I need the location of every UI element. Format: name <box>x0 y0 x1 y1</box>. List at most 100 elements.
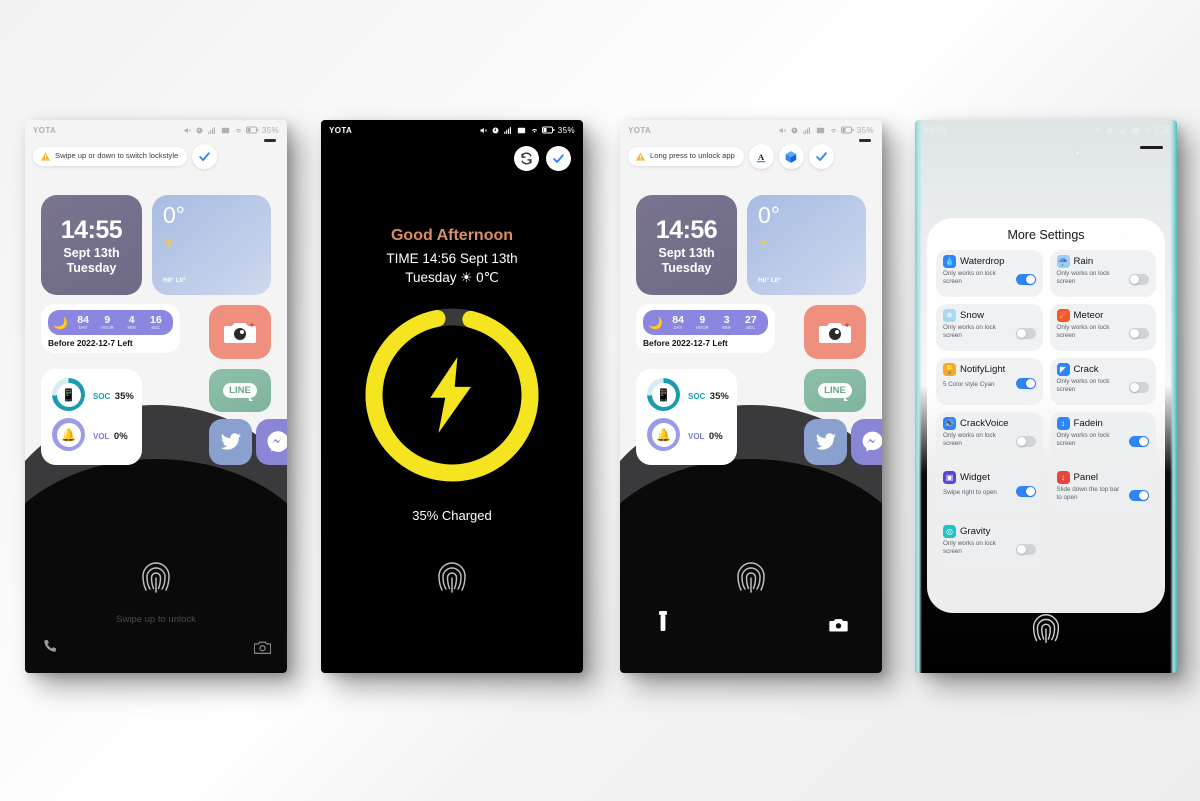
effect-header: 🔊 CrackVoice <box>943 417 1036 430</box>
mute-icon <box>1094 127 1102 133</box>
effect-name: CrackVoice <box>960 418 1009 429</box>
moon-timer-icon: 🌙 <box>53 315 68 330</box>
soc-row: 📱 SOC 35% <box>52 378 142 411</box>
effect-card-rain[interactable]: ☔ Rain Only works on lock screen <box>1049 250 1156 297</box>
effect-toggle[interactable] <box>1015 544 1036 556</box>
effect-name: Panel <box>1073 472 1099 483</box>
battery-icon <box>840 126 854 134</box>
effect-header: 💧 Waterdrop <box>943 255 1036 268</box>
app-tile-twitter[interactable] <box>209 419 252 465</box>
confirm-button[interactable] <box>546 146 571 171</box>
effect-description: Slide down the top bar to open <box>1056 486 1120 501</box>
effect-toggle[interactable] <box>1129 328 1149 340</box>
waterdrop-icon: 💧 <box>943 255 956 268</box>
effect-body: Only works on lock screen <box>943 540 1036 556</box>
effect-body: Only works on lock screen <box>1057 270 1149 286</box>
snow-icon: ❄ <box>943 309 956 322</box>
edge-glow-right <box>1170 120 1177 673</box>
effect-header: ↓ Panel <box>1056 471 1150 484</box>
fadein-icon: ↕ <box>1056 417 1070 430</box>
confirm-button[interactable] <box>192 144 218 169</box>
tip-text: Swipe up or down to switch lockstyle <box>55 151 179 161</box>
phone-icon[interactable] <box>41 638 58 655</box>
effect-toggle[interactable] <box>1129 490 1149 502</box>
weather-widget[interactable]: 0° ☀ H0° L0° <box>152 195 271 295</box>
clock-time: 14:55 <box>60 215 123 244</box>
effect-name: Gravity <box>960 526 991 537</box>
fingerprint-icon[interactable] <box>1026 609 1066 651</box>
effect-card-fadein[interactable]: ↕ Fadein Only works on lock screen <box>1049 412 1156 459</box>
effect-header: ↕ Fadein <box>1056 417 1150 430</box>
lockstyle-tip-pill[interactable]: Swipe up or down to switch lockstyle <box>33 147 188 166</box>
effect-body: Only works on lock screen <box>943 270 1036 286</box>
effect-card-crackvoice[interactable]: 🔊 CrackVoice Only works on lock screen <box>936 412 1043 459</box>
vibrate-icon <box>1131 127 1140 133</box>
effect-card-gravity[interactable]: ◎ Gravity Only works on lock screen <box>936 520 1043 567</box>
app-tile-messenger[interactable] <box>256 419 287 465</box>
status-widget[interactable]: 📱 SOC 35% 🔔 VOL 0% <box>41 369 142 465</box>
app-tile-messenger[interactable] <box>851 419 882 465</box>
mute-icon <box>184 127 191 133</box>
camera-icon[interactable] <box>254 640 271 655</box>
effect-card-crack[interactable]: ◤ Crack Only works on lock screen <box>1049 358 1156 405</box>
vibrate-icon <box>816 127 824 133</box>
effect-toggle[interactable] <box>1015 274 1036 286</box>
camera-icon[interactable] <box>829 617 848 633</box>
effect-toggle[interactable] <box>1015 436 1036 448</box>
refresh-button[interactable] <box>514 146 539 171</box>
weather-widget[interactable]: 0° ☀ H0° L0° <box>747 195 866 295</box>
panel-title: More Settings <box>1007 228 1085 242</box>
effect-card-waterdrop[interactable]: 💧 Waterdrop Only works on lock screen <box>936 250 1043 297</box>
effect-toggle[interactable] <box>1129 436 1149 448</box>
app-tile-twitter[interactable] <box>804 419 847 465</box>
wifi-icon <box>1145 128 1152 133</box>
battery-percent: 35% <box>856 125 874 135</box>
confirm-button[interactable] <box>808 144 834 169</box>
carrier-label: YOTA <box>329 125 353 135</box>
status-widget[interactable]: 📱 SOC 35% 🔔 VOL 0% <box>636 369 737 465</box>
countdown-widget[interactable]: 🌙 84 DAY 9 HOUR 3 MIN 27 SEC Before 2022-12-… <box>636 304 775 353</box>
countdown-unit: 84 DAY <box>77 313 89 331</box>
effect-description: Only works on lock screen <box>943 270 996 285</box>
effect-toggle[interactable] <box>1015 486 1036 497</box>
refresh-icon <box>521 152 532 165</box>
effect-description: Only works on lock screen <box>943 324 996 339</box>
app-tile-line[interactable]: LINE <box>209 369 271 412</box>
effect-name: NotifyLight <box>960 364 1006 375</box>
gravity-icon: ◎ <box>943 525 956 538</box>
effect-card-meteor[interactable]: ☄ Meteor Only works on lock screen <box>1049 304 1156 351</box>
effect-toggle[interactable] <box>1129 382 1149 394</box>
effect-card-snow[interactable]: ❄ Snow Only works on lock screen <box>936 304 1043 351</box>
fingerprint-icon[interactable] <box>730 557 772 601</box>
unlock-app-tip-pill[interactable]: Long press to unlock app <box>628 147 744 166</box>
countdown-widget[interactable]: 🌙 84 DAY 9 HOUR 4 MIN 16 SEC Before 2022-12-… <box>41 304 180 353</box>
status-bar: YOTA 35% <box>25 120 287 140</box>
effect-card-widget[interactable]: ▣ Widget Swipe right to open <box>936 466 1043 513</box>
app-tile-line[interactable]: LINE <box>804 369 866 412</box>
effect-toggle[interactable] <box>1015 378 1036 389</box>
weather-hilo: H0° L0° <box>758 277 781 284</box>
fingerprint-icon[interactable] <box>431 557 473 601</box>
effect-header: 💡 NotifyLight <box>943 363 1036 376</box>
clock-widget[interactable]: 14:55 Sept 13th Tuesday <box>41 195 142 295</box>
clock-time: 14:56 <box>655 215 718 244</box>
font-icon: A <box>757 151 766 162</box>
camera-tile[interactable] <box>209 305 271 359</box>
style-cube-button[interactable] <box>778 144 804 169</box>
clock-date: Sept 13th <box>658 245 715 260</box>
edge-glow-left <box>915 120 922 673</box>
effect-name: Snow <box>960 310 984 321</box>
effect-card-panel[interactable]: ↓ Panel Slide down the top bar to open <box>1049 466 1156 513</box>
flashlight-icon[interactable] <box>658 611 668 633</box>
clock-widget[interactable]: 14:56 Sept 13th Tuesday <box>636 195 737 295</box>
font-button[interactable]: A <box>748 144 774 169</box>
camera-tile[interactable] <box>804 305 866 359</box>
carrier-label: YOTA <box>628 125 652 135</box>
effect-toggle[interactable] <box>1015 328 1036 340</box>
drag-handle-dash[interactable] <box>1140 146 1163 149</box>
fingerprint-icon[interactable] <box>135 557 177 601</box>
effect-description: Swipe right to open <box>943 489 997 497</box>
effect-toggle[interactable] <box>1129 274 1149 286</box>
effect-card-notifylight[interactable]: 💡 NotifyLight 5 Color style Cyan <box>936 358 1043 405</box>
panel-icon: ↓ <box>1056 471 1070 484</box>
